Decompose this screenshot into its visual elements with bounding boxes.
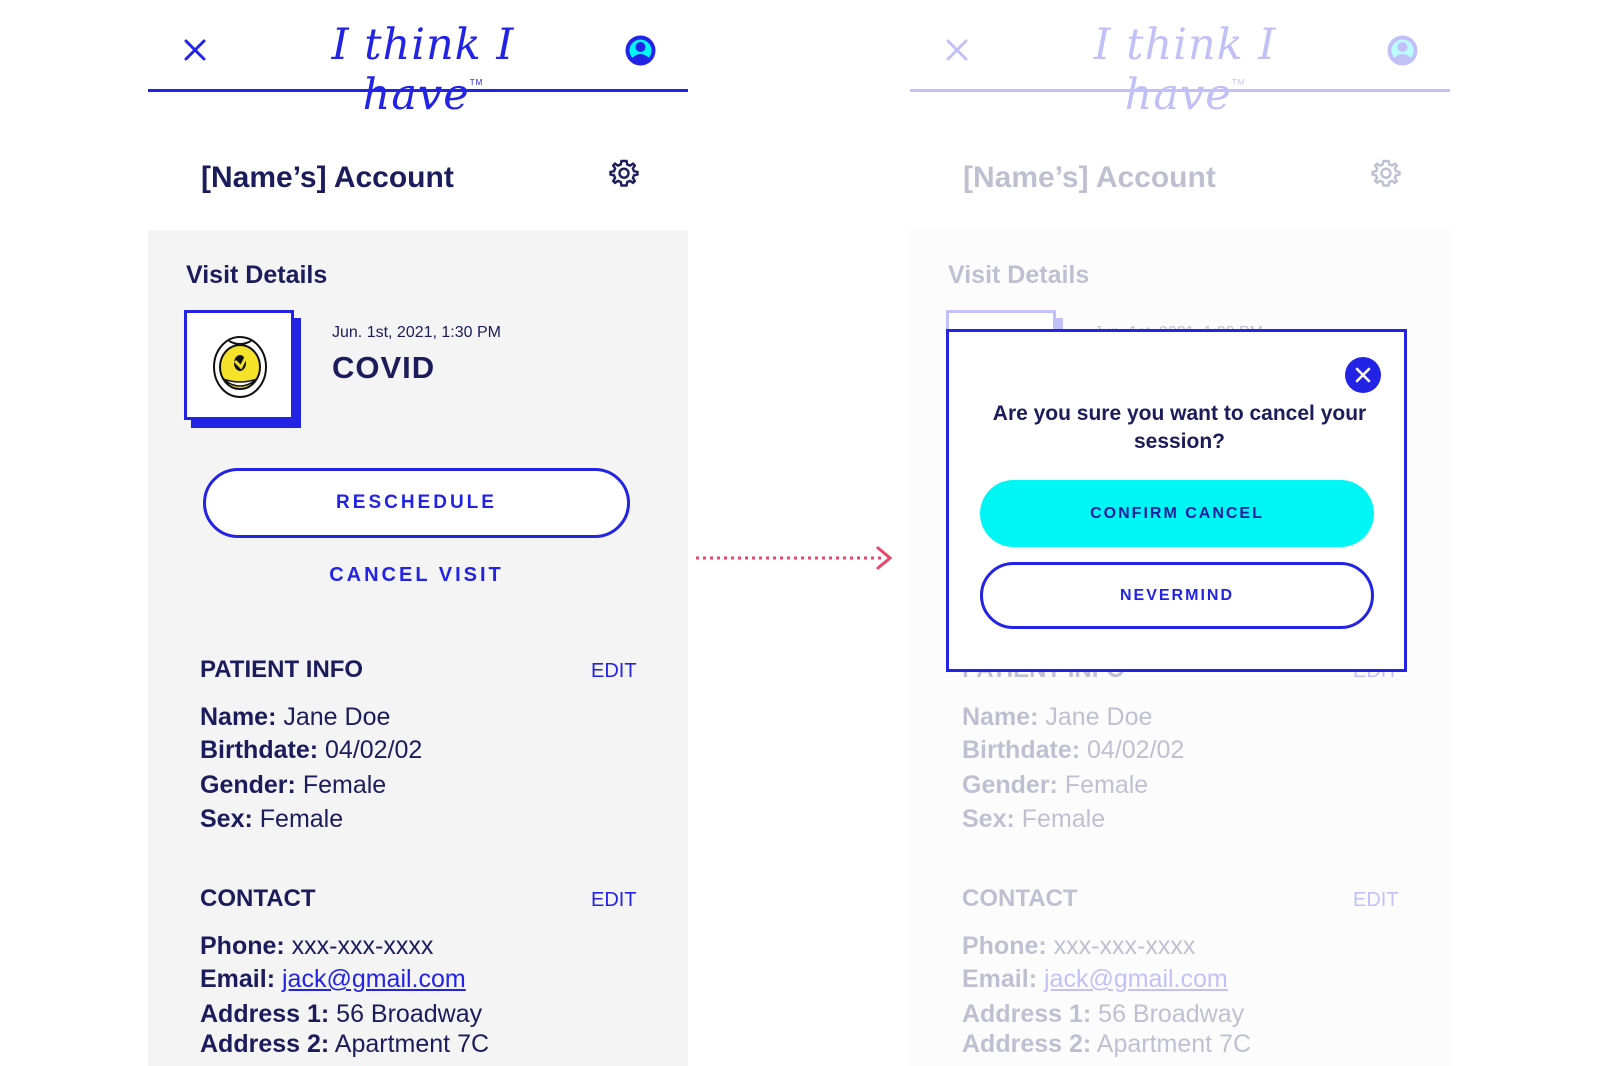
dialog-question: Are you sure you want to cancel your ses… — [992, 402, 1367, 453]
dialog-close-button[interactable] — [1345, 357, 1381, 393]
nevermind-button[interactable]: NEVERMIND — [980, 562, 1374, 629]
email-link[interactable]: jack@gmail.com — [282, 965, 466, 993]
contact-address2-row: Address 2: Apartment 7C — [200, 1030, 490, 1058]
close-icon[interactable] — [184, 39, 206, 61]
app-logo: I think I haveTM — [331, 20, 515, 120]
visit-thumbnail — [184, 310, 294, 420]
visit-details-heading: Visit Details — [186, 261, 328, 289]
account-screen-before: I think I haveTM [Name’s] Account Visit … — [148, 6, 688, 1066]
mouth-illustration-icon — [213, 336, 267, 398]
contact-edit-link[interactable]: EDIT — [591, 889, 637, 912]
contact-address1-row: Address 1: 56 Broadway — [200, 1000, 483, 1028]
gear-icon[interactable] — [609, 158, 639, 188]
visit-date: Jun. 1st, 2021, 1:30 PM — [332, 324, 501, 341]
contact-heading: CONTACT — [200, 885, 316, 912]
page-title: [Name’s] Account — [201, 161, 454, 194]
account-screen-with-modal: I think I haveTM [Name’s] Account Visit … — [910, 6, 1450, 1066]
patient-info-heading: PATIENT INFO — [200, 656, 364, 683]
top-bar: I think I haveTM — [148, 6, 688, 120]
contact-phone-row: Phone: xxx-xxx-xxxx — [200, 932, 434, 960]
patient-birthdate-row: Birthdate: 04/02/02 — [200, 736, 423, 764]
patient-sex-row: Sex: Female — [200, 805, 344, 833]
confirm-cancel-button[interactable]: CONFIRM CANCEL — [980, 480, 1374, 547]
cancel-confirm-dialog: Are you sure you want to cancel your ses… — [946, 329, 1407, 672]
close-icon — [1355, 367, 1371, 383]
cancel-visit-button[interactable]: CANCEL VISIT — [203, 564, 630, 587]
reschedule-button[interactable]: RESCHEDULE — [203, 468, 630, 538]
contact-email-row: Email: jack@gmail.com — [200, 965, 466, 993]
user-avatar-icon[interactable] — [624, 34, 657, 67]
patient-edit-link[interactable]: EDIT — [591, 660, 637, 683]
patient-name-row: Name: Jane Doe — [200, 703, 391, 731]
arrow-right-icon — [696, 546, 893, 570]
visit-type: COVID — [332, 350, 436, 385]
patient-gender-row: Gender: Female — [200, 771, 387, 799]
